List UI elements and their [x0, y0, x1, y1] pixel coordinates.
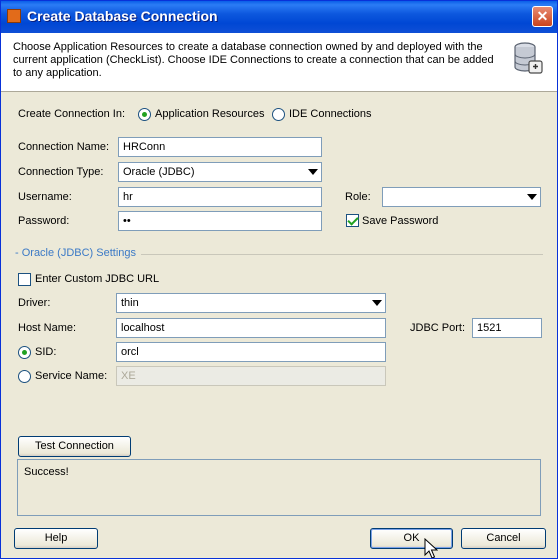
test-connection-button[interactable]: Test Connection	[18, 436, 131, 457]
create-in-label: Create Connection In:	[18, 108, 126, 120]
role-dropdown[interactable]	[382, 187, 541, 207]
custom-jdbc-url-label[interactable]: Enter Custom JDBC URL	[35, 273, 159, 285]
connection-name-label: Connection Name:	[18, 141, 110, 153]
save-password-checkbox[interactable]	[346, 214, 359, 227]
driver-label: Driver:	[18, 297, 51, 309]
help-button[interactable]: Help	[14, 528, 98, 549]
host-name-label: Host Name:	[18, 322, 77, 334]
service-name-label[interactable]: Service Name:	[35, 370, 107, 382]
chevron-down-icon	[308, 169, 318, 175]
test-result-output: Success!	[17, 459, 541, 516]
role-label: Role:	[345, 191, 371, 203]
oracle-settings-section-title[interactable]: - Oracle (JDBC) Settings	[15, 247, 136, 259]
ide-connections-label[interactable]: IDE Connections	[289, 108, 372, 120]
driver-dropdown[interactable]: thin	[116, 293, 386, 313]
sid-input[interactable]: orcl	[116, 342, 386, 362]
application-resources-label[interactable]: Application Resources	[155, 108, 264, 120]
connection-name-input[interactable]: HRConn	[118, 137, 322, 157]
header-description: Choose Application Resources to create a…	[13, 41, 494, 79]
password-input[interactable]: ••	[118, 211, 322, 231]
sid-label[interactable]: SID:	[35, 346, 56, 358]
username-label: Username:	[18, 191, 72, 203]
chevron-down-icon	[527, 194, 537, 200]
radio-sid[interactable]	[18, 346, 31, 359]
title-bar[interactable]: Create Database Connection ✕	[1, 1, 557, 33]
radio-ide-connections[interactable]	[272, 108, 285, 121]
radio-service-name[interactable]	[18, 370, 31, 383]
connection-type-dropdown[interactable]: Oracle (JDBC)	[118, 162, 322, 182]
dialog-header: Choose Application Resources to create a…	[1, 33, 557, 92]
password-label: Password:	[18, 215, 70, 227]
host-name-input[interactable]: localhost	[116, 318, 386, 338]
app-icon	[7, 9, 21, 23]
driver-value: thin	[121, 297, 139, 309]
service-name-input: XE	[116, 366, 386, 386]
database-icon	[514, 42, 543, 74]
create-database-connection-dialog: Create Database Connection ✕ Choose Appl…	[0, 0, 558, 559]
custom-jdbc-url-checkbox[interactable]	[18, 273, 31, 286]
dialog-title: Create Database Connection	[27, 8, 218, 24]
mouse-cursor-icon	[424, 538, 438, 558]
connection-type-label: Connection Type:	[18, 166, 104, 178]
radio-application-resources[interactable]	[138, 108, 151, 121]
username-input[interactable]: hr	[118, 187, 322, 207]
jdbc-port-input[interactable]: 1521	[472, 318, 542, 338]
connection-type-value: Oracle (JDBC)	[123, 166, 195, 178]
ok-button[interactable]: OK	[370, 528, 453, 549]
cancel-button[interactable]: Cancel	[461, 528, 546, 549]
jdbc-port-label: JDBC Port:	[410, 322, 466, 334]
save-password-label[interactable]: Save Password	[362, 215, 438, 227]
chevron-down-icon	[372, 300, 382, 306]
close-button[interactable]: ✕	[532, 6, 553, 27]
section-divider	[141, 254, 543, 255]
